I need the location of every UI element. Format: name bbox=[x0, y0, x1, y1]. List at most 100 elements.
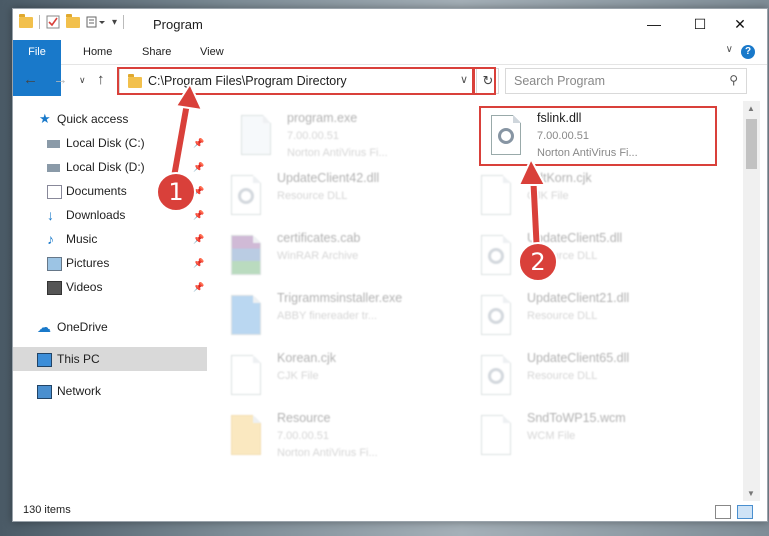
onedrive-icon: ☁ bbox=[37, 319, 51, 335]
file-name: Korean.cjk bbox=[277, 351, 337, 365]
tab-share[interactable]: Share bbox=[142, 40, 171, 64]
dll-icon bbox=[229, 173, 261, 217]
videos-icon bbox=[47, 281, 62, 295]
file-item-sndtowp15[interactable]: SndToWP15.wcm WCM File bbox=[477, 409, 717, 465]
dll-icon bbox=[479, 293, 511, 337]
pin-icon[interactable]: 📌 bbox=[193, 227, 204, 251]
sidebar-item-label: Documents bbox=[66, 184, 127, 198]
forward-icon[interactable]: → bbox=[53, 71, 68, 88]
sidebar-item-pictures[interactable]: Pictures 📌 bbox=[13, 251, 207, 275]
file-item-program-exe[interactable]: program.exe 7.00.00.51 Norton AntiVirus … bbox=[237, 109, 477, 165]
up-icon[interactable]: ↑ bbox=[97, 71, 105, 88]
file-type: CJK File bbox=[277, 370, 319, 382]
details-view-icon[interactable] bbox=[715, 505, 731, 519]
file-item-certificates-cab[interactable]: certificates.cab WinRAR Archive bbox=[227, 229, 467, 285]
music-icon: ♪ bbox=[47, 231, 54, 247]
scroll-up-icon[interactable]: ▲ bbox=[747, 104, 755, 113]
customize-icon[interactable] bbox=[86, 15, 105, 29]
dll-icon bbox=[479, 233, 511, 277]
sidebar-item-this-pc[interactable]: This PC bbox=[13, 347, 207, 371]
close-icon[interactable]: ✕ bbox=[717, 9, 763, 39]
sidebar-item-label: OneDrive bbox=[57, 320, 108, 334]
sidebar-item-videos[interactable]: Videos 📌 bbox=[13, 275, 207, 299]
tab-home[interactable]: Home bbox=[83, 40, 112, 64]
file-description: ABBY finereader tr... bbox=[277, 310, 378, 322]
folder-icon bbox=[19, 13, 33, 28]
step-number-2: 2 bbox=[518, 242, 558, 282]
file-item-korean-cjk[interactable]: Korean.cjk CJK File bbox=[227, 349, 467, 405]
sidebar-item-label: Videos bbox=[66, 280, 103, 294]
dll-icon bbox=[479, 353, 511, 397]
pin-icon[interactable]: 📌 bbox=[193, 203, 204, 227]
search-icon[interactable]: ⚲ bbox=[729, 73, 738, 87]
sidebar-item-label: Pictures bbox=[66, 256, 110, 270]
file-type: Resource DLL bbox=[527, 370, 598, 382]
documents-icon bbox=[47, 185, 62, 199]
minimize-icon[interactable]: — bbox=[631, 9, 677, 39]
file-item-trigramm-installer[interactable]: Trigrammsinstaller.exe ABBY finereader t… bbox=[227, 289, 467, 345]
properties-icon[interactable] bbox=[46, 15, 60, 29]
file-item-updateclient42[interactable]: UpdateClient42.dll Resource DLL bbox=[227, 169, 467, 225]
file-name: UpdateClient65.dll bbox=[527, 351, 630, 365]
sidebar-item-onedrive[interactable]: ☁ OneDrive bbox=[13, 315, 207, 339]
file-description: Norton AntiVirus Fi... bbox=[277, 447, 378, 459]
file-item-resource[interactable]: Resource 7.00.00.51 Norton AntiVirus Fi.… bbox=[227, 409, 467, 465]
pin-icon[interactable]: 📌 bbox=[193, 275, 204, 299]
chevron-down-icon[interactable]: ▾ bbox=[112, 17, 117, 28]
exe-icon bbox=[239, 113, 271, 157]
file-name: program.exe bbox=[287, 111, 358, 125]
search-placeholder: Search Program bbox=[514, 74, 606, 88]
tab-view[interactable]: View bbox=[200, 40, 224, 64]
archive-icon bbox=[229, 233, 261, 277]
search-input[interactable]: Search Program ⚲ bbox=[505, 68, 747, 94]
item-count: 130 items bbox=[23, 504, 71, 516]
file-type: Resource DLL bbox=[277, 190, 348, 202]
large-icons-view-icon[interactable] bbox=[737, 505, 753, 519]
title-bar: ▾ Program — ☐ ✕ bbox=[13, 9, 767, 40]
window-title: Program bbox=[153, 17, 203, 32]
file-name: certificates.cab bbox=[277, 231, 361, 245]
step-number-1: 1 bbox=[156, 172, 196, 212]
pictures-icon bbox=[47, 257, 62, 271]
sidebar-item-label: Network bbox=[57, 384, 102, 398]
drive-icon bbox=[47, 164, 60, 172]
sidebar-item-label: Local Disk (C:) bbox=[66, 136, 145, 150]
sidebar-item-music[interactable]: ♪ Music 📌 bbox=[13, 227, 207, 251]
back-icon[interactable]: ← bbox=[23, 71, 38, 88]
file-name: Trigrammsinstaller.exe bbox=[277, 291, 403, 305]
file-type: WCM File bbox=[527, 430, 576, 442]
sidebar-item-label: This PC bbox=[57, 352, 100, 366]
file-name: UpdateClient21.dll bbox=[527, 291, 630, 305]
downloads-icon: ↓ bbox=[47, 207, 54, 223]
file-version: 7.00.00.51 bbox=[277, 430, 329, 442]
separator bbox=[39, 15, 40, 29]
installer-icon bbox=[229, 293, 261, 337]
pin-icon[interactable]: 📌 bbox=[193, 251, 204, 275]
file-name: Resource bbox=[277, 411, 331, 425]
vertical-scrollbar[interactable]: ▲ ▼ bbox=[743, 101, 760, 501]
sidebar-item-network[interactable]: Network bbox=[13, 379, 207, 403]
refresh-highlight-box bbox=[472, 67, 496, 95]
file-type: WinRAR Archive bbox=[277, 250, 359, 262]
file-explorer-window: ▾ Program — ☐ ✕ File Home Share View ∨ ?… bbox=[12, 8, 768, 522]
network-icon bbox=[37, 385, 52, 399]
ribbon-expand-icon[interactable]: ∨ bbox=[726, 44, 733, 55]
sidebar-item-label: Local Disk (D:) bbox=[66, 160, 145, 174]
file-type: Resource DLL bbox=[527, 310, 598, 322]
separator bbox=[123, 15, 125, 29]
file-icon bbox=[479, 173, 511, 217]
help-icon[interactable]: ? bbox=[741, 45, 755, 59]
pc-icon bbox=[37, 353, 52, 367]
file-item-ddtkorn[interactable]: DdtKorn.cjk CJK File bbox=[477, 169, 717, 225]
file-item-updateclient21[interactable]: UpdateClient21.dll Resource DLL bbox=[477, 289, 717, 345]
file-version: 7.00.00.51 bbox=[287, 130, 339, 142]
scroll-down-icon[interactable]: ▼ bbox=[747, 489, 755, 498]
file-name: SndToWP15.wcm bbox=[527, 411, 626, 425]
file-item-updateclient65[interactable]: UpdateClient65.dll Resource DLL bbox=[477, 349, 717, 405]
recent-locations-icon[interactable]: ∨ bbox=[79, 75, 86, 86]
new-folder-icon[interactable] bbox=[66, 13, 80, 28]
file-name: UpdateClient42.dll bbox=[277, 171, 380, 185]
scroll-thumb[interactable] bbox=[746, 119, 757, 169]
status-bar: 130 items bbox=[13, 503, 767, 521]
file-item-updateclient5[interactable]: UpdateClient5.dll Resource DLL bbox=[477, 229, 717, 285]
